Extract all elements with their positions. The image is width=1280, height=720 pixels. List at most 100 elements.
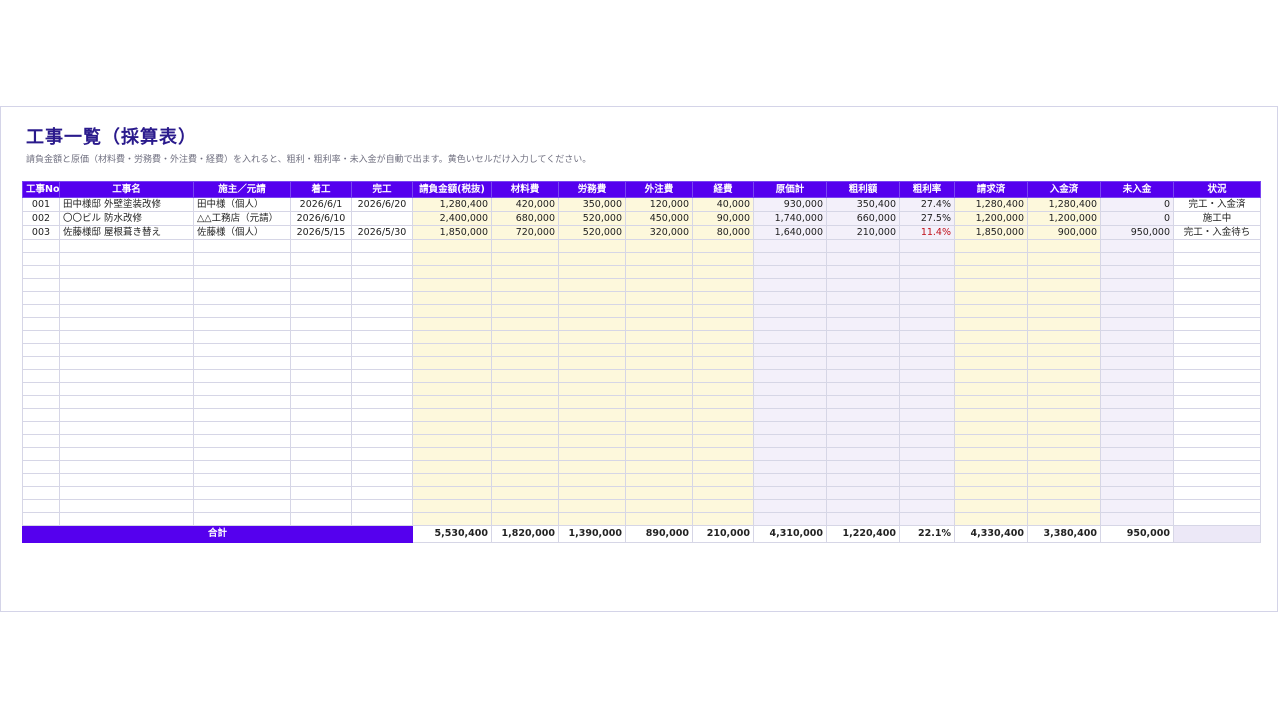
empty-cell[interactable] [558, 265, 626, 279]
empty-cell[interactable] [491, 447, 559, 461]
cell-cost-total[interactable]: 1,740,000 [753, 211, 827, 226]
col-header-material[interactable]: 材料費 [491, 181, 559, 198]
cell-contract[interactable]: 2,400,000 [412, 211, 492, 226]
empty-cell[interactable] [826, 291, 900, 305]
empty-cell[interactable] [753, 343, 827, 357]
cell-status[interactable]: 完工・入金待ち [1173, 225, 1261, 240]
empty-cell[interactable] [954, 434, 1028, 448]
empty-cell[interactable] [290, 252, 352, 266]
empty-cell[interactable] [692, 278, 754, 292]
empty-cell[interactable] [753, 499, 827, 513]
empty-cell[interactable] [1100, 434, 1174, 448]
col-header-billed[interactable]: 請求済 [954, 181, 1028, 198]
col-header-end[interactable]: 完工 [351, 181, 413, 198]
col-header-status[interactable]: 状況 [1173, 181, 1261, 198]
cell-labor[interactable]: 520,000 [558, 211, 626, 226]
empty-cell[interactable] [625, 369, 693, 383]
empty-cell[interactable] [351, 460, 413, 474]
empty-cell[interactable] [1027, 239, 1101, 253]
cell-unpaid[interactable]: 0 [1100, 197, 1174, 212]
cell-margin-low[interactable]: 11.4% [899, 225, 955, 240]
cell-unpaid[interactable]: 0 [1100, 211, 1174, 226]
empty-cell[interactable] [899, 512, 955, 526]
empty-cell[interactable] [22, 434, 60, 448]
empty-cell[interactable] [1173, 265, 1261, 279]
empty-cell[interactable] [1173, 278, 1261, 292]
empty-cell[interactable] [412, 460, 492, 474]
col-header-cost-total[interactable]: 原価計 [753, 181, 827, 198]
cell-name[interactable]: 佐藤様邸 屋根葺き替え [59, 225, 194, 240]
empty-cell[interactable] [412, 356, 492, 370]
empty-cell[interactable] [351, 330, 413, 344]
empty-cell[interactable] [491, 408, 559, 422]
empty-cell[interactable] [1027, 330, 1101, 344]
empty-cell[interactable] [1100, 473, 1174, 487]
empty-cell[interactable] [899, 369, 955, 383]
empty-cell[interactable] [826, 317, 900, 331]
empty-cell[interactable] [22, 252, 60, 266]
empty-cell[interactable] [692, 434, 754, 448]
empty-cell[interactable] [412, 304, 492, 318]
empty-cell[interactable] [412, 408, 492, 422]
empty-cell[interactable] [558, 304, 626, 318]
empty-cell[interactable] [193, 239, 291, 253]
empty-cell[interactable] [1173, 486, 1261, 500]
empty-cell[interactable] [954, 265, 1028, 279]
empty-cell[interactable] [491, 499, 559, 513]
cell-gross-profit[interactable]: 660,000 [826, 211, 900, 226]
cell-material[interactable]: 720,000 [491, 225, 559, 240]
empty-cell[interactable] [753, 408, 827, 422]
empty-cell[interactable] [1100, 447, 1174, 461]
empty-cell[interactable] [954, 408, 1028, 422]
empty-cell[interactable] [1027, 304, 1101, 318]
empty-cell[interactable] [826, 512, 900, 526]
empty-cell[interactable] [899, 330, 955, 344]
empty-cell[interactable] [899, 382, 955, 396]
empty-cell[interactable] [1027, 408, 1101, 422]
col-header-start[interactable]: 着工 [290, 181, 352, 198]
empty-cell[interactable] [899, 265, 955, 279]
empty-cell[interactable] [491, 343, 559, 357]
empty-cell[interactable] [1027, 252, 1101, 266]
empty-cell[interactable] [1173, 460, 1261, 474]
cell-material[interactable]: 420,000 [491, 197, 559, 212]
empty-cell[interactable] [351, 499, 413, 513]
empty-cell[interactable] [59, 343, 194, 357]
col-header-client[interactable]: 施主／元請 [193, 181, 291, 198]
empty-cell[interactable] [625, 239, 693, 253]
total-status-empty[interactable] [1173, 525, 1261, 543]
empty-cell[interactable] [193, 434, 291, 448]
empty-cell[interactable] [826, 369, 900, 383]
empty-cell[interactable] [625, 252, 693, 266]
empty-cell[interactable] [22, 356, 60, 370]
col-header-expense[interactable]: 経費 [692, 181, 754, 198]
empty-cell[interactable] [692, 512, 754, 526]
total-cost-total[interactable]: 4,310,000 [753, 525, 827, 543]
empty-cell[interactable] [1173, 512, 1261, 526]
empty-cell[interactable] [826, 486, 900, 500]
cell-start[interactable]: 2026/6/10 [290, 211, 352, 226]
empty-cell[interactable] [351, 252, 413, 266]
empty-cell[interactable] [753, 486, 827, 500]
empty-cell[interactable] [1027, 395, 1101, 409]
empty-cell[interactable] [290, 460, 352, 474]
col-header-contract[interactable]: 請負金額(税抜) [412, 181, 492, 198]
empty-cell[interactable] [193, 330, 291, 344]
empty-cell[interactable] [351, 382, 413, 396]
empty-cell[interactable] [412, 291, 492, 305]
empty-cell[interactable] [351, 434, 413, 448]
empty-cell[interactable] [954, 395, 1028, 409]
empty-cell[interactable] [412, 330, 492, 344]
empty-cell[interactable] [412, 278, 492, 292]
empty-cell[interactable] [491, 434, 559, 448]
empty-cell[interactable] [558, 356, 626, 370]
empty-cell[interactable] [625, 473, 693, 487]
total-margin[interactable]: 22.1% [899, 525, 955, 543]
cell-client[interactable]: △△工務店（元請） [193, 211, 291, 226]
cell-end[interactable]: 2026/5/30 [351, 225, 413, 240]
empty-cell[interactable] [193, 317, 291, 331]
empty-cell[interactable] [351, 512, 413, 526]
empty-cell[interactable] [826, 252, 900, 266]
cell-expense[interactable]: 90,000 [692, 211, 754, 226]
empty-cell[interactable] [290, 369, 352, 383]
